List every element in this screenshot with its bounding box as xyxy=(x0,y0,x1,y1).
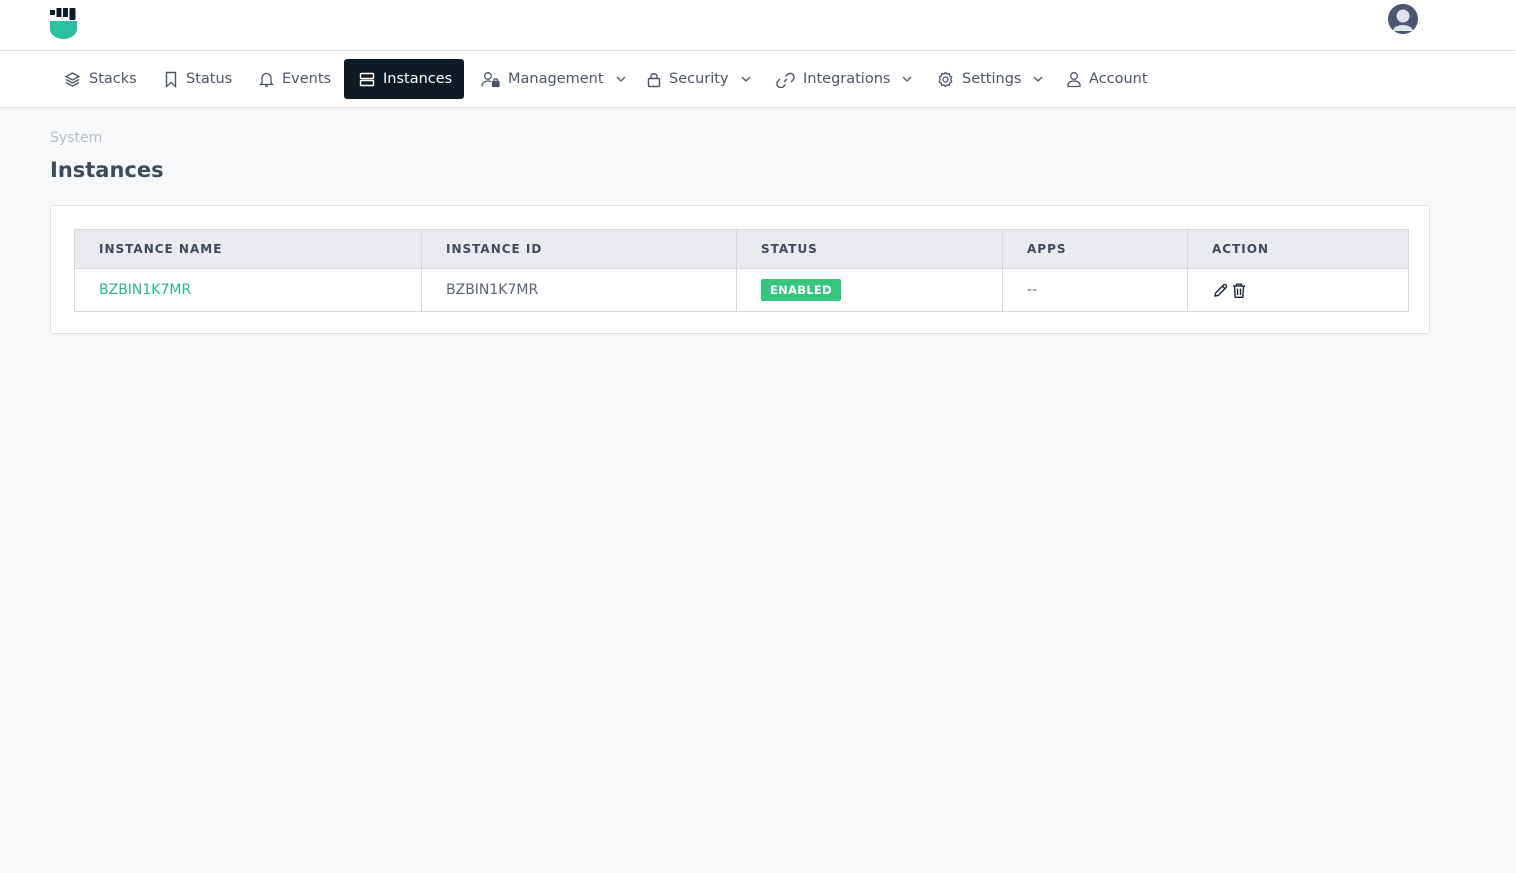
nav-label: Settings xyxy=(962,71,1022,87)
nav-item-security[interactable]: Security xyxy=(647,59,751,99)
trash-icon xyxy=(1233,283,1245,298)
instances-table: INSTANCE NAME INSTANCE ID STATUS APPS AC… xyxy=(74,229,1409,312)
breadcrumb[interactable]: System xyxy=(50,130,102,146)
edit-button[interactable] xyxy=(1212,282,1229,299)
bookmark-icon xyxy=(165,71,177,88)
column-header-action: ACTION xyxy=(1187,229,1409,269)
action-cell xyxy=(1187,268,1409,312)
nav-item-events[interactable]: Events xyxy=(259,59,331,99)
user-avatar[interactable] xyxy=(1388,4,1418,34)
lock-icon xyxy=(647,72,661,87)
table-row: BZBIN1K7MR BZBIN1K7MR ENABLED -- xyxy=(74,268,1409,312)
nav-label: Status xyxy=(186,71,233,87)
nav-item-settings[interactable]: Settings xyxy=(937,59,1043,99)
nav-label: Integrations xyxy=(803,71,891,87)
nav-label: Management xyxy=(508,71,604,87)
nav-label: Stacks xyxy=(89,71,137,87)
status-badge: ENABLED xyxy=(761,279,841,301)
nav-item-stacks[interactable]: Stacks xyxy=(64,59,137,99)
instances-card: INSTANCE NAME INSTANCE ID STATUS APPS AC… xyxy=(50,205,1430,334)
nav-item-status[interactable]: Status xyxy=(164,59,232,99)
nav-label: Events xyxy=(282,71,332,87)
user-lock-icon xyxy=(481,71,500,87)
logo-icon[interactable] xyxy=(50,8,78,39)
instance-name-link[interactable]: BZBIN1K7MR xyxy=(99,282,191,298)
nav-item-instances[interactable]: Instances xyxy=(344,59,464,99)
nav-label: Security xyxy=(669,71,729,87)
pencil-icon xyxy=(1214,283,1228,297)
delete-button[interactable] xyxy=(1231,282,1247,299)
row-actions xyxy=(1212,282,1408,299)
link-icon xyxy=(776,72,795,88)
instance-id-cell: BZBIN1K7MR xyxy=(421,268,737,312)
chevron-down-icon xyxy=(902,76,912,82)
gear-icon xyxy=(938,71,953,87)
bell-icon xyxy=(259,72,274,87)
column-header-status[interactable]: STATUS xyxy=(736,229,1003,269)
column-header-apps[interactable]: APPS xyxy=(1002,229,1188,269)
nav-item-integrations[interactable]: Integrations xyxy=(776,59,912,99)
apps-cell: -- xyxy=(1002,268,1188,312)
user-avatar-icon xyxy=(1388,4,1418,34)
status-cell: ENABLED xyxy=(736,268,1003,312)
instance-name-cell: BZBIN1K7MR xyxy=(74,268,422,312)
table-header-row: INSTANCE NAME INSTANCE ID STATUS APPS AC… xyxy=(74,229,1409,269)
server-icon xyxy=(359,72,375,86)
user-icon xyxy=(1067,71,1081,87)
column-header-instance-id[interactable]: INSTANCE ID xyxy=(421,229,737,269)
main-nav: Stacks Status Events Instances Managemen… xyxy=(0,51,1516,108)
chevron-down-icon xyxy=(616,76,625,82)
column-header-instance-name[interactable]: INSTANCE NAME xyxy=(74,229,422,269)
chevron-down-icon xyxy=(741,76,751,82)
nav-item-account[interactable]: Account xyxy=(1067,59,1148,99)
layers-icon xyxy=(64,71,81,87)
top-header xyxy=(0,0,1516,51)
page-title: Instances xyxy=(50,158,164,182)
nav-item-management[interactable]: Management xyxy=(481,59,626,99)
chevron-down-icon xyxy=(1034,76,1043,82)
nav-label: Account xyxy=(1089,71,1148,87)
nav-label: Instances xyxy=(383,71,453,87)
